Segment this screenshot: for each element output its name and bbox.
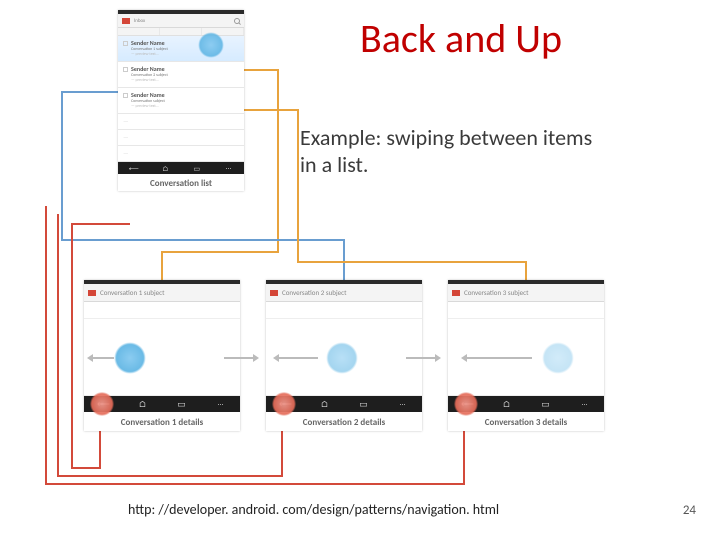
home-button[interactable]: ⌂ <box>136 400 150 408</box>
screen-caption: Conversation 3 details <box>448 412 604 431</box>
system-nav-bar: ⟵ ⌂ ▭ <box>266 396 422 412</box>
conversation-body[interactable] <box>448 302 604 396</box>
overflow-icon[interactable] <box>221 164 235 172</box>
touch-indicator-icon <box>542 342 574 374</box>
phone-detail-3: Conversation 3 subject ⟵ ⌂ ▭ Conversatio… <box>448 280 604 431</box>
checkbox-icon[interactable] <box>123 67 128 72</box>
back-button[interactable]: ⟵ <box>127 164 141 172</box>
gmail-icon <box>452 290 460 296</box>
action-bar-title: Inbox <box>134 18 230 24</box>
snippet: — preview text… <box>131 78 239 83</box>
connector-lines <box>0 0 720 540</box>
list-item[interactable]: Sender Name Conversation 2 subject — pre… <box>118 62 244 88</box>
phone-detail-2: Conversation 2 subject ⟵ ⌂ ▭ Conversatio… <box>266 280 422 431</box>
list-item-placeholder: — <box>118 130 244 146</box>
action-bar: Conversation 2 subject <box>266 284 422 302</box>
page-number: 24 <box>683 503 696 518</box>
conversation-body[interactable] <box>266 302 422 396</box>
phone-detail-1: Conversation 1 subject ⟵ ⌂ ▭ Conversatio… <box>84 280 240 431</box>
touch-indicator-icon <box>198 32 224 58</box>
recents-button[interactable]: ▭ <box>357 400 371 408</box>
system-nav-bar: ⟵ ⌂ ▭ <box>84 396 240 412</box>
gmail-icon <box>122 18 130 24</box>
recents-button[interactable]: ▭ <box>190 164 204 172</box>
action-bar: Inbox <box>118 14 244 28</box>
swipe-left-icon <box>278 357 318 359</box>
snippet: — preview text… <box>131 104 239 109</box>
recents-button[interactable]: ▭ <box>175 400 189 408</box>
screen-caption: Conversation 2 details <box>266 412 422 431</box>
source-url: http: //developer. android. com/design/p… <box>128 501 499 518</box>
sender-name: Sender Name <box>131 65 239 73</box>
snippet: — preview text… <box>131 52 239 57</box>
system-nav-bar: ⟵ ⌂ ▭ <box>118 162 244 174</box>
swipe-right-icon <box>406 357 436 359</box>
action-bar: Conversation 1 subject <box>84 284 240 302</box>
list-item[interactable]: Sender Name Conversation subject — previ… <box>118 88 244 114</box>
swipe-left-icon <box>466 357 532 359</box>
slide-subtitle: Example: swiping between items in a list… <box>300 124 600 178</box>
list-item[interactable]: Sender Name Conversation 1 subject — pre… <box>118 36 244 62</box>
overflow-icon[interactable] <box>214 400 228 408</box>
back-highlight-icon <box>454 392 478 416</box>
phone-list-screen: Inbox Sender Name Conversation 1 subject… <box>118 10 244 191</box>
swipe-left-icon <box>92 357 114 359</box>
tab-strip <box>118 28 244 36</box>
touch-indicator-icon <box>114 342 146 374</box>
back-highlight-icon <box>272 392 296 416</box>
search-icon[interactable] <box>234 18 240 24</box>
slide-title: Back and Up <box>360 14 562 63</box>
touch-indicator-icon <box>326 342 358 374</box>
home-button[interactable]: ⌂ <box>500 400 514 408</box>
conversation-title: Conversation 2 subject <box>282 288 418 297</box>
home-button[interactable]: ⌂ <box>158 164 172 172</box>
recents-button[interactable]: ▭ <box>539 400 553 408</box>
back-highlight-icon <box>90 392 114 416</box>
screen-caption: Conversation list <box>118 174 244 191</box>
screen-caption: Conversation 1 details <box>84 412 240 431</box>
list-item-placeholder: — <box>118 114 244 130</box>
gmail-icon <box>88 290 96 296</box>
checkbox-icon[interactable] <box>123 93 128 98</box>
conversation-title: Conversation 3 subject <box>464 288 600 297</box>
gmail-icon <box>270 290 278 296</box>
system-nav-bar: ⟵ ⌂ ▭ <box>448 396 604 412</box>
list-item-placeholder: — <box>118 146 244 162</box>
conversation-title: Conversation 1 subject <box>100 288 236 297</box>
sender-name: Sender Name <box>131 91 239 99</box>
overflow-icon[interactable] <box>396 400 410 408</box>
overflow-icon[interactable] <box>578 400 592 408</box>
conversation-body[interactable] <box>84 302 240 396</box>
checkbox-icon[interactable] <box>123 41 128 46</box>
action-bar: Conversation 3 subject <box>448 284 604 302</box>
swipe-right-icon <box>224 357 254 359</box>
home-button[interactable]: ⌂ <box>318 400 332 408</box>
